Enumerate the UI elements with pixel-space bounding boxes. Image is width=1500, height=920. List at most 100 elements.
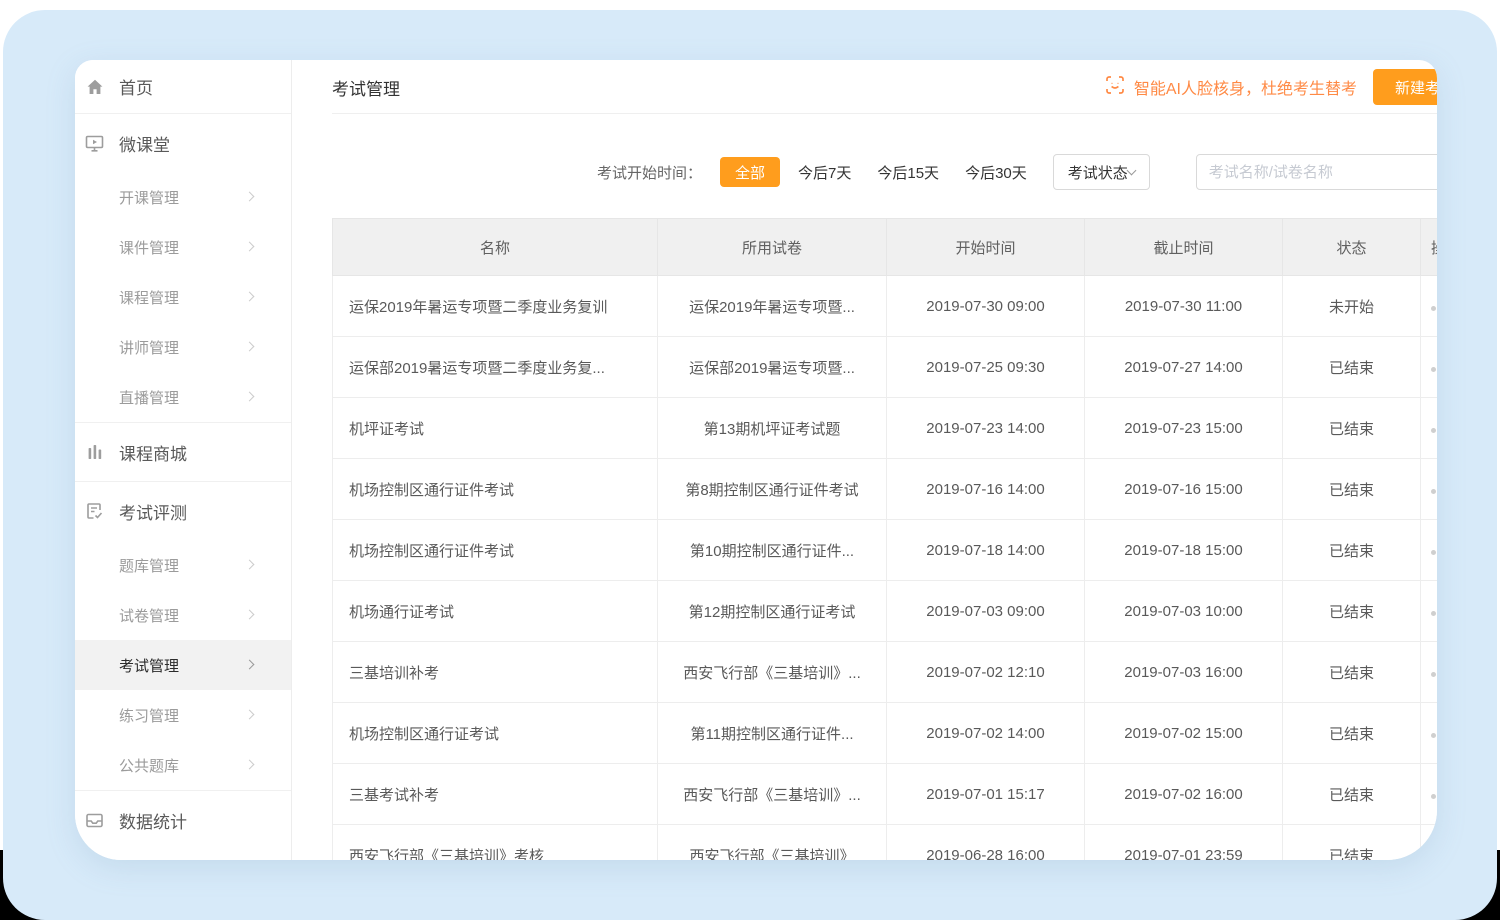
chevron-right-icon xyxy=(245,760,255,770)
page-header: 考试管理 智能AI人脸核身，杜绝考生替考 xyxy=(292,60,1437,114)
exam-end-time: 2019-07-23 15:00 xyxy=(1085,398,1283,459)
status-badge: 未开始 xyxy=(1283,276,1421,337)
time-filter-next-7-days[interactable]: 今后7天 xyxy=(798,162,851,183)
exam-paper: 运保2019年暑运专项暨... xyxy=(658,276,887,337)
exam-name: 机场通行证考试 xyxy=(333,581,658,642)
sidebar-subitem-course-open[interactable]: 开课管理 xyxy=(75,172,291,222)
exam-start-time: 2019-07-03 09:00 xyxy=(887,581,1085,642)
main-content: 考试管理 智能AI人脸核身，杜绝考生替考 xyxy=(292,60,1437,860)
exam-table: 名称 所用试卷 开始时间 截止时间 状态 操作 运保2019年暑运专项暨二季度业… xyxy=(332,218,1437,860)
header-actions: 智能AI人脸核身，杜绝考生替考 新建考试 xyxy=(1104,69,1437,105)
chevron-right-icon xyxy=(245,192,255,202)
row-actions[interactable] xyxy=(1421,520,1438,581)
row-actions[interactable] xyxy=(1421,764,1438,825)
sidebar-subitem-question-bank[interactable]: 题库管理 xyxy=(75,540,291,590)
action-icon xyxy=(1431,672,1436,677)
action-icon xyxy=(1431,611,1436,616)
exam-name: 运保2019年暑运专项暨二季度业务复训 xyxy=(333,276,658,337)
inbox-icon xyxy=(84,810,105,831)
table-row: 运保部2019暑运专项暨二季度业务复... 运保部2019暑运专项暨... 20… xyxy=(333,337,1438,398)
action-icon xyxy=(1431,306,1436,311)
row-actions[interactable] xyxy=(1421,276,1438,337)
sidebar-subitem-practice-mgmt[interactable]: 练习管理 xyxy=(75,690,291,740)
exam-end-time: 2019-07-02 15:00 xyxy=(1085,703,1283,764)
exam-name: 机场控制区通行证考试 xyxy=(333,703,658,764)
sidebar-subitem-label: 练习管理 xyxy=(119,705,179,726)
ai-face-verify-notice: 智能AI人脸核身，杜绝考生替考 xyxy=(1104,74,1357,101)
chevron-down-icon xyxy=(1126,166,1136,176)
screen-play-icon xyxy=(84,133,105,154)
exam-end-time: 2019-07-18 15:00 xyxy=(1085,520,1283,581)
sidebar-subitem-label: 题库管理 xyxy=(119,555,179,576)
col-header-name: 名称 xyxy=(333,219,658,276)
action-icon xyxy=(1431,733,1436,738)
col-header-start-time: 开始时间 xyxy=(887,219,1085,276)
sidebar-item-course-mall[interactable]: 课程商城 xyxy=(75,423,291,481)
row-actions[interactable] xyxy=(1421,581,1438,642)
exam-paper: 第11期控制区通行证件... xyxy=(658,703,887,764)
sidebar-item-data-stats[interactable]: 数据统计 xyxy=(75,791,291,849)
status-badge: 已结束 xyxy=(1283,703,1421,764)
table-row: 机坪证考试 第13期机坪证考试题 2019-07-23 14:00 2019-0… xyxy=(333,398,1438,459)
exam-end-time: 2019-07-30 11:00 xyxy=(1085,276,1283,337)
sidebar-item-label: 首页 xyxy=(119,74,153,99)
action-icon xyxy=(1431,428,1436,433)
exam-paper: 运保部2019暑运专项暨... xyxy=(658,337,887,398)
sidebar-subitem-label: 直播管理 xyxy=(119,387,179,408)
search-input[interactable] xyxy=(1196,154,1437,190)
chevron-right-icon xyxy=(245,610,255,620)
exam-paper: 第12期控制区通行证考试 xyxy=(658,581,887,642)
exam-start-time: 2019-07-18 14:00 xyxy=(887,520,1085,581)
exam-end-time: 2019-07-16 15:00 xyxy=(1085,459,1283,520)
exam-paper: 第10期控制区通行证件... xyxy=(658,520,887,581)
sidebar-subitem-label: 开课管理 xyxy=(119,187,179,208)
chevron-right-icon xyxy=(245,392,255,402)
time-filter-next-30-days[interactable]: 今后30天 xyxy=(965,162,1027,183)
sidebar-subitem-paper-mgmt[interactable]: 试卷管理 xyxy=(75,590,291,640)
status-badge: 已结束 xyxy=(1283,764,1421,825)
exam-paper: 西安飞行部《三基培训》... xyxy=(658,642,887,703)
time-filter-all[interactable]: 全部 xyxy=(720,157,780,187)
sidebar-subitem-courseware[interactable]: 课件管理 xyxy=(75,222,291,272)
row-actions[interactable] xyxy=(1421,459,1438,520)
new-exam-button[interactable]: 新建考试 xyxy=(1373,69,1437,105)
action-icon xyxy=(1431,550,1436,555)
row-actions[interactable] xyxy=(1421,337,1438,398)
sidebar-subitem-course-mgmt[interactable]: 课程管理 xyxy=(75,272,291,322)
table-row: 机场通行证考试 第12期控制区通行证考试 2019-07-03 09:00 20… xyxy=(333,581,1438,642)
status-badge: 已结束 xyxy=(1283,520,1421,581)
sidebar-subitem-label: 考试管理 xyxy=(119,655,179,676)
sidebar-subitem-exam-mgmt[interactable]: 考试管理 xyxy=(75,640,291,690)
sidebar-subitem-lecturer-mgmt[interactable]: 讲师管理 xyxy=(75,322,291,372)
sidebar-item-exam-eval[interactable]: 考试评测 xyxy=(75,482,291,540)
sidebar-subitem-live-mgmt[interactable]: 直播管理 xyxy=(75,372,291,422)
exam-name: 西安飞行部《三基培训》考核 xyxy=(333,825,658,861)
status-badge: 已结束 xyxy=(1283,581,1421,642)
sidebar-item-label: 考试评测 xyxy=(119,499,187,524)
exam-paper: 第13期机坪证考试题 xyxy=(658,398,887,459)
exam-name: 三基考试补考 xyxy=(333,764,658,825)
row-actions[interactable] xyxy=(1421,398,1438,459)
action-icon xyxy=(1431,794,1436,799)
row-actions[interactable] xyxy=(1421,703,1438,764)
exam-name: 机坪证考试 xyxy=(333,398,658,459)
time-filter-next-15-days[interactable]: 今后15天 xyxy=(877,162,939,183)
sidebar-subitem-label: 课程管理 xyxy=(119,287,179,308)
exam-paper: 西安飞行部《三基培训》... xyxy=(658,764,887,825)
status-badge: 已结束 xyxy=(1283,398,1421,459)
exam-status-select[interactable]: 考试状态 xyxy=(1053,154,1150,190)
sidebar-subitem-public-bank[interactable]: 公共题库 xyxy=(75,740,291,790)
status-badge: 已结束 xyxy=(1283,642,1421,703)
exam-start-time: 2019-07-02 14:00 xyxy=(887,703,1085,764)
exam-status-select-value: 考试状态 xyxy=(1068,162,1128,183)
exam-start-time: 2019-07-30 09:00 xyxy=(887,276,1085,337)
sidebar-item-label: 微课堂 xyxy=(119,131,170,156)
sidebar-item-label: 课程商城 xyxy=(119,440,187,465)
row-actions[interactable] xyxy=(1421,642,1438,703)
main-card: 首页 微课堂 开课管理 课件管理 课程管理 讲师管理 xyxy=(75,60,1437,860)
sidebar-item-micro-class[interactable]: 微课堂 xyxy=(75,114,291,172)
status-badge: 已结束 xyxy=(1283,459,1421,520)
exam-name: 运保部2019暑运专项暨二季度业务复... xyxy=(333,337,658,398)
start-time-filter-label: 考试开始时间： xyxy=(597,162,702,183)
sidebar-item-home[interactable]: 首页 xyxy=(75,60,291,113)
